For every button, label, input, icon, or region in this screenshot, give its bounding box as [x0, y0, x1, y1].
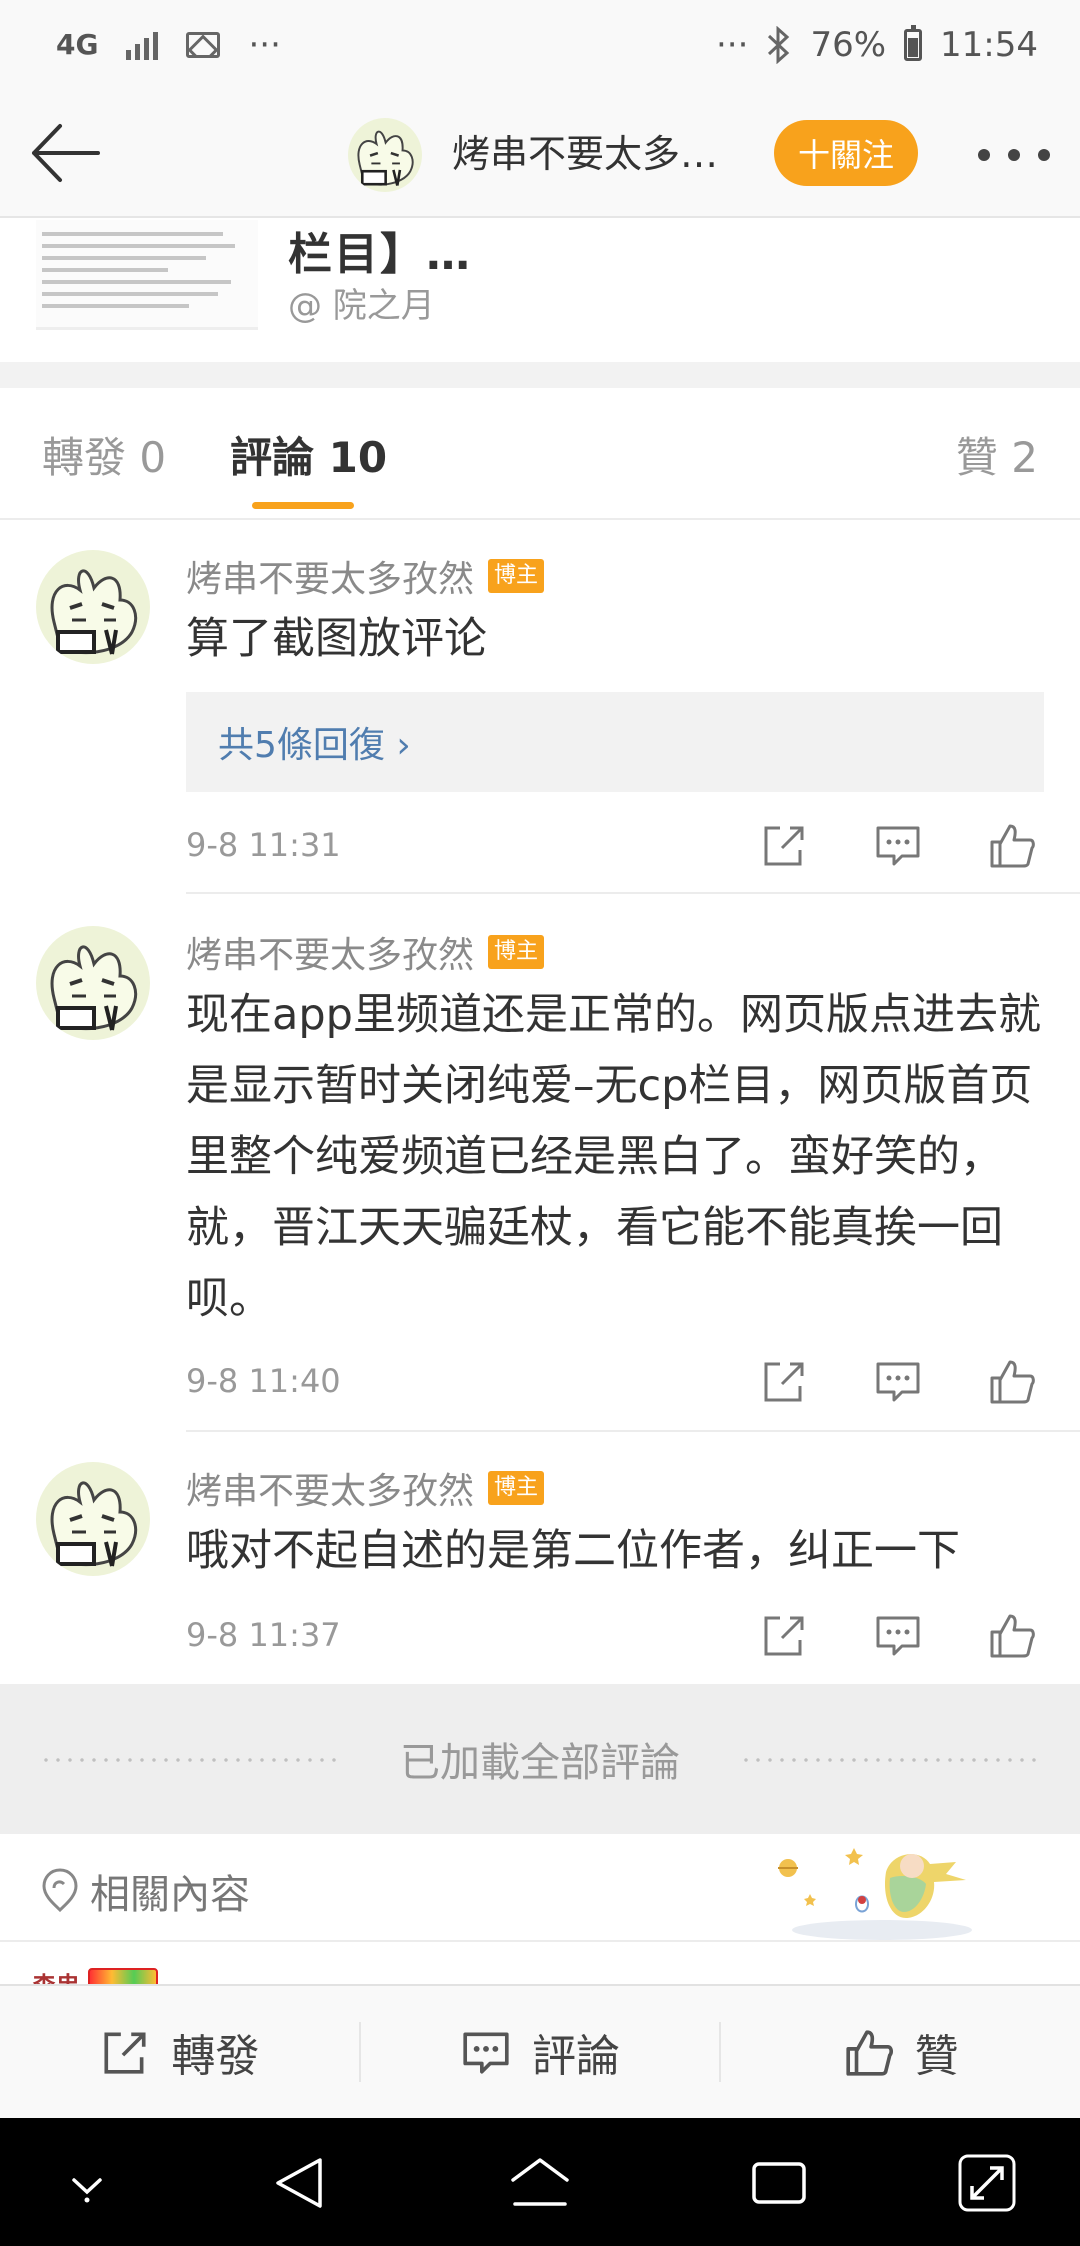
like-button-label: 贊 — [914, 2031, 959, 2082]
blogger-badge: 博主 — [488, 1471, 545, 1505]
hide-keyboard-icon[interactable] — [52, 2148, 122, 2218]
recent-apps-icon[interactable] — [744, 2148, 814, 2218]
status-more: ··· — [248, 25, 281, 65]
forward-button-label: 轉發 — [171, 2031, 260, 2082]
like-icon — [846, 2030, 893, 2076]
battery-icon — [904, 25, 923, 61]
shared-post-card[interactable]: 栏目】… @ 院之月 — [0, 220, 1080, 360]
more-icon[interactable] — [978, 140, 1050, 170]
comment-time: 9-8 11:31 — [186, 826, 341, 864]
vip-badge-icon — [88, 1968, 158, 1984]
all-comments-loaded: 已加載全部評論 — [0, 1684, 1080, 1834]
rabbit-avatar-icon — [36, 926, 150, 1040]
tab-forward[interactable]: 轉發 0 — [42, 424, 166, 485]
comment-text: 现在app里频道还是正常的。网页版点进去就是显示暂时关闭纯爱–无cp栏目，网页版… — [186, 990, 1041, 1324]
view-replies-button[interactable]: 共5條回復 › — [186, 692, 1044, 792]
top-nav-bar: 烤串不要太多孜然 十關注 — [0, 90, 1080, 218]
rabbit-avatar-icon — [36, 550, 150, 664]
comment-button[interactable]: 評論 — [358, 2022, 720, 2082]
comment-icon — [463, 2032, 509, 2074]
like-icon[interactable] — [988, 820, 1036, 870]
comment-item: 烤串不要太多孜然 博主 算了截图放评论 共5條回復 › 9-8 11:31 — [0, 524, 1080, 894]
reply-icon[interactable] — [874, 820, 922, 870]
clock: 11:54 — [940, 25, 1038, 65]
commenter-name[interactable]: 烤串不要太多孜然 — [186, 550, 474, 602]
all-comments-loaded-label: 已加載全部評論 — [380, 1730, 700, 1788]
status-right: ··· 76% 11:54 — [716, 25, 1038, 65]
rabbit-avatar-icon — [36, 1462, 150, 1576]
share-icon — [104, 2032, 146, 2074]
commenter-avatar[interactable] — [36, 550, 150, 664]
back-triangle-icon[interactable] — [266, 2148, 336, 2218]
shared-post-author: @ 院之月 — [288, 286, 435, 326]
shared-post-title: 栏目】… — [288, 229, 472, 280]
comment-button-label: 評論 — [532, 2031, 620, 2082]
comment-text: 哦对不起自述的是第二位作者，纠正一下 — [186, 1526, 960, 1576]
avatar[interactable] — [348, 118, 422, 192]
comment-actions — [760, 1610, 1040, 1666]
section-divider — [0, 362, 1080, 388]
dotted-divider-left — [40, 1758, 340, 1762]
battery-percent: 76% — [810, 25, 887, 65]
little-prince-illustration — [778, 1848, 972, 1940]
related-item-author: 森串 — [32, 1966, 80, 1984]
comment-divider — [186, 892, 1080, 894]
view-replies-label: 共5條回復 › — [218, 725, 411, 766]
back-arrow-icon[interactable] — [28, 118, 104, 188]
reply-icon[interactable] — [874, 1356, 922, 1406]
comment-time: 9-8 11:37 — [186, 1616, 341, 1654]
tab-comment[interactable]: 評論 10 — [230, 424, 387, 485]
comment-text: 算了截图放评论 — [186, 614, 487, 664]
bottom-action-bar: 轉發 評論 贊 — [0, 1984, 1080, 2118]
network-type: 4G — [56, 28, 99, 61]
blogger-badge: 博主 — [488, 935, 545, 969]
like-button[interactable]: 贊 — [719, 2022, 1080, 2082]
related-location-icon — [42, 1868, 78, 1912]
comment-actions — [760, 820, 1040, 876]
commenter-name[interactable]: 烤串不要太多孜然 — [186, 926, 474, 978]
forward-button[interactable]: 轉發 — [0, 2022, 359, 2082]
share-icon[interactable] — [760, 1356, 808, 1406]
like-icon[interactable] — [988, 1356, 1036, 1406]
status-left: 4G ··· — [56, 25, 281, 65]
signal-icon — [126, 30, 159, 60]
dotted-divider-right — [740, 1758, 1040, 1762]
follow-button[interactable]: 十關注 — [774, 120, 918, 186]
expand-icon[interactable] — [952, 2148, 1022, 2218]
comment-actions — [760, 1356, 1040, 1412]
status-more-right: ··· — [716, 25, 749, 65]
image-icon — [186, 32, 221, 58]
page-title: 烤串不要太多孜然 — [452, 132, 722, 176]
rabbit-avatar-icon — [348, 118, 422, 192]
commenter-row: 烤串不要太多孜然 博主 — [186, 926, 545, 978]
blogger-badge: 博主 — [488, 559, 545, 593]
commenter-name[interactable]: 烤串不要太多孜然 — [186, 1462, 474, 1514]
commenter-row: 烤串不要太多孜然 博主 — [186, 1462, 545, 1514]
commenter-avatar[interactable] — [36, 926, 150, 1040]
share-icon[interactable] — [760, 1610, 808, 1660]
tab-like[interactable]: 贊 2 — [956, 424, 1038, 485]
active-tab-indicator — [252, 502, 354, 509]
follow-button-label: 十關注 — [797, 136, 894, 174]
related-item-peek[interactable]: 森串 — [0, 1944, 1080, 1984]
share-icon[interactable] — [760, 820, 808, 870]
status-bar: 4G ··· ··· 76% 11:54 — [0, 0, 1080, 90]
related-content-label: 相關內容 — [90, 1872, 250, 1918]
reply-icon[interactable] — [874, 1610, 922, 1660]
home-icon[interactable] — [505, 2148, 575, 2218]
system-navigation-bar — [0, 2118, 1080, 2246]
shared-post-thumbnail — [36, 220, 258, 330]
related-content-header[interactable]: 相關內容 — [0, 1834, 1080, 1942]
comment-item: 烤串不要太多孜然 博主 现在app里频道还是正常的。网页版点进去就是显示暂时关闭… — [0, 896, 1080, 1432]
bluetooth-icon — [768, 26, 790, 64]
commenter-row: 烤串不要太多孜然 博主 — [186, 550, 545, 602]
interaction-tabs: 轉發 0 評論 10 贊 2 — [0, 388, 1080, 520]
commenter-avatar[interactable] — [36, 1462, 150, 1576]
comment-item: 烤串不要太多孜然 博主 哦对不起自述的是第二位作者，纠正一下 9-8 11:37 — [0, 1432, 1080, 1682]
comment-time: 9-8 11:40 — [186, 1362, 341, 1400]
like-icon[interactable] — [988, 1610, 1036, 1660]
